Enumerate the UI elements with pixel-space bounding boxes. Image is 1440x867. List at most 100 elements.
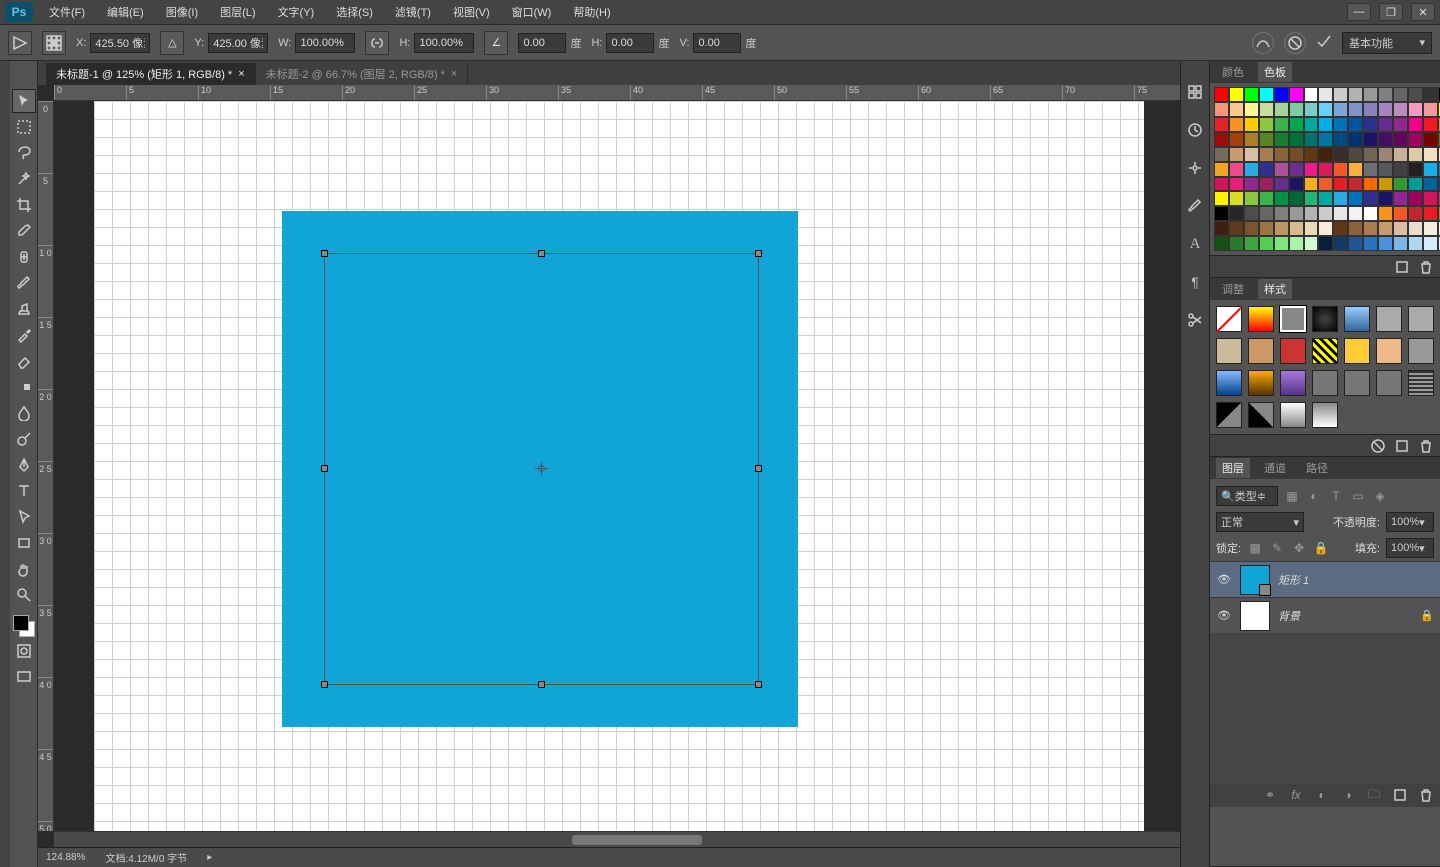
foreground-color[interactable]: [13, 615, 29, 631]
swatch[interactable]: [1244, 191, 1259, 206]
transform-handle-tm[interactable]: [538, 250, 545, 257]
swatch[interactable]: [1318, 117, 1333, 132]
swatch[interactable]: [1408, 162, 1423, 177]
lasso-tool[interactable]: [12, 141, 36, 165]
tab-styles[interactable]: 样式: [1258, 279, 1292, 299]
h-field[interactable]: [414, 33, 474, 53]
swatch[interactable]: [1259, 102, 1274, 117]
screen-mode-icon[interactable]: [12, 665, 36, 689]
lock-all-icon[interactable]: 🔒: [1313, 540, 1329, 556]
style-thumb[interactable]: [1280, 338, 1306, 364]
swatch[interactable]: [1363, 191, 1378, 206]
swatch[interactable]: [1214, 162, 1229, 177]
swatch[interactable]: [1408, 132, 1423, 147]
style-thumb[interactable]: [1216, 402, 1242, 428]
swatch[interactable]: [1289, 102, 1304, 117]
swatch[interactable]: [1393, 236, 1408, 251]
swatch[interactable]: [1214, 147, 1229, 162]
swatch[interactable]: [1304, 102, 1319, 117]
swatch[interactable]: [1289, 191, 1304, 206]
swatch[interactable]: [1304, 177, 1319, 192]
clear-style-icon[interactable]: [1370, 438, 1386, 454]
transform-center[interactable]: [535, 462, 548, 475]
delete-swatch-icon[interactable]: [1418, 259, 1434, 275]
swatch[interactable]: [1333, 87, 1348, 102]
swatch[interactable]: [1244, 117, 1259, 132]
workspace-select[interactable]: 基本功能▾: [1342, 32, 1432, 54]
swatch[interactable]: [1214, 102, 1229, 117]
canvas[interactable]: [94, 101, 1144, 831]
swatch[interactable]: [1244, 87, 1259, 102]
swatch[interactable]: [1229, 147, 1244, 162]
delete-style-icon[interactable]: [1418, 438, 1434, 454]
style-thumb[interactable]: [1312, 370, 1338, 396]
swatch[interactable]: [1229, 221, 1244, 236]
history-panel-icon[interactable]: [1184, 81, 1206, 103]
swatch[interactable]: [1393, 117, 1408, 132]
document-tab-2[interactable]: 未标题-2 @ 66.7% (图层 2, RGB/8) *×: [256, 63, 469, 85]
swatch[interactable]: [1274, 191, 1289, 206]
menu-select[interactable]: 选择(S): [330, 1, 379, 23]
swatch[interactable]: [1378, 191, 1393, 206]
style-thumb[interactable]: [1280, 306, 1306, 332]
menu-edit[interactable]: 编辑(E): [101, 1, 150, 23]
swatch[interactable]: [1259, 177, 1274, 192]
paragraph-panel-icon[interactable]: ¶: [1184, 271, 1206, 293]
swatch[interactable]: [1229, 102, 1244, 117]
visibility-toggle-icon[interactable]: 👁: [1216, 573, 1232, 586]
tab-channels[interactable]: 通道: [1258, 458, 1292, 478]
history-brush-tool[interactable]: [12, 323, 36, 347]
brush-tool[interactable]: [12, 271, 36, 295]
swatch[interactable]: [1259, 221, 1274, 236]
swatch[interactable]: [1289, 236, 1304, 251]
swatch[interactable]: [1423, 102, 1438, 117]
swatch[interactable]: [1408, 236, 1423, 251]
swatch[interactable]: [1214, 191, 1229, 206]
swatch[interactable]: [1214, 117, 1229, 132]
style-thumb[interactable]: [1408, 306, 1434, 332]
swatch[interactable]: [1393, 132, 1408, 147]
swatch[interactable]: [1333, 102, 1348, 117]
tab-paths[interactable]: 路径: [1300, 458, 1334, 478]
move-tool[interactable]: [12, 89, 36, 113]
swatch[interactable]: [1274, 87, 1289, 102]
status-arrow-icon[interactable]: ▸: [207, 852, 212, 863]
close-button[interactable]: ✕: [1411, 3, 1435, 21]
style-thumb[interactable]: [1216, 338, 1242, 364]
swatch[interactable]: [1363, 177, 1378, 192]
crop-tool[interactable]: [12, 193, 36, 217]
layer-name[interactable]: 背景: [1278, 608, 1412, 624]
layer-mask-icon[interactable]: ◐: [1314, 787, 1330, 803]
style-thumb[interactable]: [1248, 338, 1274, 364]
swatch[interactable]: [1348, 102, 1363, 117]
swatch[interactable]: [1348, 177, 1363, 192]
skew-v-field[interactable]: [693, 33, 741, 53]
tab-close-icon[interactable]: ×: [451, 68, 457, 80]
lock-position-icon[interactable]: ✥: [1291, 540, 1307, 556]
swatch[interactable]: [1318, 147, 1333, 162]
menu-help[interactable]: 帮助(H): [567, 1, 616, 23]
swatch[interactable]: [1274, 147, 1289, 162]
swatch[interactable]: [1393, 87, 1408, 102]
swatch[interactable]: [1333, 236, 1348, 251]
filter-adjust-icon[interactable]: ◐: [1306, 488, 1322, 504]
tab-color[interactable]: 颜色: [1216, 62, 1250, 82]
layer-row[interactable]: 👁 矩形 1: [1210, 561, 1440, 597]
swatch[interactable]: [1214, 87, 1229, 102]
lock-image-icon[interactable]: ✎: [1269, 540, 1285, 556]
link-layers-icon[interactable]: ⚭: [1262, 787, 1278, 803]
style-thumb[interactable]: [1376, 338, 1402, 364]
swatch[interactable]: [1244, 206, 1259, 221]
filter-type-icon[interactable]: T: [1328, 488, 1344, 504]
document-tab-1[interactable]: 未标题-1 @ 125% (矩形 1, RGB/8) *×: [46, 63, 256, 85]
adjustment-layer-icon[interactable]: ◑: [1340, 787, 1356, 803]
menu-filter[interactable]: 滤镜(T): [389, 1, 437, 23]
swatch[interactable]: [1423, 162, 1438, 177]
skew-h-field[interactable]: [606, 33, 654, 53]
swatch[interactable]: [1408, 147, 1423, 162]
swatch[interactable]: [1423, 221, 1438, 236]
transform-handle-mr[interactable]: [755, 465, 762, 472]
path-select-tool[interactable]: [12, 505, 36, 529]
swatch[interactable]: [1333, 162, 1348, 177]
warp-mode-icon[interactable]: [1252, 32, 1274, 54]
